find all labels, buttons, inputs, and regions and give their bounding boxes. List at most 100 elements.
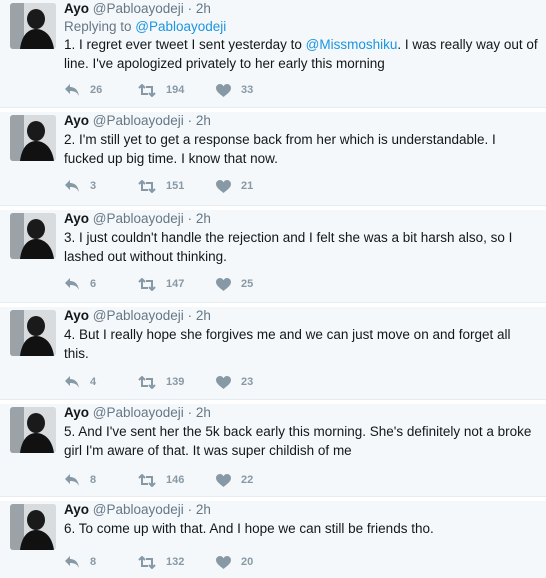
timestamp[interactable]: 2h — [196, 113, 211, 128]
tweet[interactable]: Ayo @Pabloayodeji · 2h 5. And I've sent … — [0, 404, 546, 497]
reply-button[interactable]: 4 — [64, 374, 96, 390]
retweet-icon — [138, 555, 156, 569]
reply-icon — [65, 474, 79, 486]
tweet[interactable]: Ayo @Pabloayodeji · 2h Replying to @Pabl… — [0, 0, 546, 108]
separator-dot: · — [187, 113, 193, 128]
heart-icon — [216, 179, 231, 193]
author-handle[interactable]: @Pabloayodeji — [93, 211, 184, 226]
retweet-count: 132 — [166, 556, 185, 568]
separator-dot: · — [187, 211, 193, 226]
tweet[interactable]: Ayo @Pabloayodeji · 2h 4. But I really h… — [0, 307, 546, 400]
like-count: 25 — [241, 278, 254, 290]
retweet-count: 151 — [166, 180, 185, 192]
tweet[interactable]: Ayo @Pabloayodeji · 2h 3. I just couldn'… — [0, 210, 546, 303]
reply-icon — [65, 556, 79, 568]
tweet-text-part: 1. I regret ever tweet I sent yesterday … — [64, 37, 306, 52]
reply-button[interactable]: 8 — [64, 554, 96, 570]
reply-count: 26 — [90, 84, 103, 96]
reply-button[interactable]: 8 — [64, 472, 96, 488]
retweet-count: 139 — [166, 376, 185, 388]
like-count: 20 — [241, 556, 254, 568]
reply-icon — [65, 84, 79, 96]
tweet-text: 3. I just couldn't handle the rejection … — [64, 230, 513, 264]
tweet[interactable]: Ayo @Pabloayodeji · 2h 2. I'm still yet … — [0, 112, 546, 206]
author-handle[interactable]: @Pabloayodeji — [93, 502, 184, 517]
like-button[interactable]: 22 — [216, 472, 253, 488]
tweet-text: 2. I'm still yet to get a response back … — [64, 132, 496, 166]
tweet[interactable]: Ayo @Pabloayodeji · 2h 6. To come up wit… — [0, 501, 546, 578]
avatar[interactable] — [10, 115, 56, 161]
author-name[interactable]: Ayo — [64, 405, 89, 420]
tweet-text: 4. But I really hope she forgives me and… — [64, 327, 511, 361]
author-handle[interactable]: @Pabloayodeji — [93, 1, 184, 16]
separator-dot: · — [187, 308, 193, 323]
retweet-count: 194 — [166, 84, 185, 96]
author-handle[interactable]: @Pabloayodeji — [93, 405, 184, 420]
replying-to-label: Replying to — [64, 19, 136, 34]
tweet-text: 6. To come up with that. And I hope we c… — [64, 521, 434, 536]
replying-to: Replying to @Pabloayodeji — [64, 18, 538, 35]
heart-icon — [216, 375, 231, 389]
separator-dot: · — [187, 1, 193, 16]
reply-button[interactable]: 3 — [64, 178, 96, 194]
like-button[interactable]: 23 — [216, 374, 253, 390]
avatar[interactable] — [10, 407, 56, 453]
timestamp[interactable]: 2h — [196, 211, 211, 226]
retweet-button[interactable]: 147 — [138, 276, 184, 292]
reply-count: 6 — [90, 278, 97, 290]
avatar[interactable] — [10, 504, 56, 550]
retweet-count: 146 — [166, 474, 185, 486]
reply-button[interactable]: 6 — [64, 276, 96, 292]
like-count: 33 — [241, 84, 254, 96]
like-button[interactable]: 21 — [216, 178, 253, 194]
author-handle[interactable]: @Pabloayodeji — [93, 113, 184, 128]
retweet-button[interactable]: 194 — [138, 82, 184, 98]
avatar[interactable] — [10, 310, 56, 356]
author-name[interactable]: Ayo — [64, 1, 89, 16]
retweet-icon — [138, 83, 156, 97]
author-handle[interactable]: @Pabloayodeji — [93, 308, 184, 323]
reply-icon — [65, 278, 79, 290]
like-count: 22 — [241, 474, 254, 486]
tweet-text: 1. I regret ever tweet I sent yesterday … — [64, 35, 538, 73]
retweet-icon — [138, 179, 156, 193]
heart-icon — [216, 277, 231, 291]
reply-count: 8 — [90, 474, 97, 486]
avatar[interactable] — [10, 3, 56, 49]
retweet-icon — [138, 277, 156, 291]
retweet-icon — [138, 473, 156, 487]
reply-count: 8 — [90, 556, 97, 568]
heart-icon — [216, 83, 231, 97]
heart-icon — [216, 473, 231, 487]
avatar[interactable] — [10, 213, 56, 259]
heart-icon — [216, 555, 231, 569]
reply-count: 4 — [90, 376, 97, 388]
replying-to-handle-link[interactable]: @Pabloayodeji — [135, 19, 226, 34]
like-button[interactable]: 33 — [216, 82, 253, 98]
like-button[interactable]: 20 — [216, 554, 253, 570]
timestamp[interactable]: 2h — [196, 1, 211, 16]
reply-button[interactable]: 26 — [64, 82, 102, 98]
reply-icon — [65, 180, 79, 192]
separator-dot: · — [187, 502, 193, 517]
retweet-count: 147 — [166, 278, 185, 290]
retweet-button[interactable]: 146 — [138, 472, 184, 488]
like-button[interactable]: 25 — [216, 276, 253, 292]
author-name[interactable]: Ayo — [64, 211, 89, 226]
timestamp[interactable]: 2h — [196, 502, 211, 517]
retweet-button[interactable]: 132 — [138, 554, 184, 570]
like-count: 23 — [241, 376, 254, 388]
reply-icon — [65, 376, 79, 388]
retweet-button[interactable]: 139 — [138, 374, 184, 390]
author-name[interactable]: Ayo — [64, 502, 89, 517]
retweet-icon — [138, 375, 156, 389]
timestamp[interactable]: 2h — [196, 405, 211, 420]
author-name[interactable]: Ayo — [64, 308, 89, 323]
timestamp[interactable]: 2h — [196, 308, 211, 323]
mention-link[interactable]: @Missmoshiku — [306, 37, 398, 52]
reply-count: 3 — [90, 180, 97, 192]
tweet-text: 5. And I've sent her the 5k back early t… — [64, 424, 532, 458]
author-name[interactable]: Ayo — [64, 113, 89, 128]
like-count: 21 — [241, 180, 254, 192]
retweet-button[interactable]: 151 — [138, 178, 184, 194]
